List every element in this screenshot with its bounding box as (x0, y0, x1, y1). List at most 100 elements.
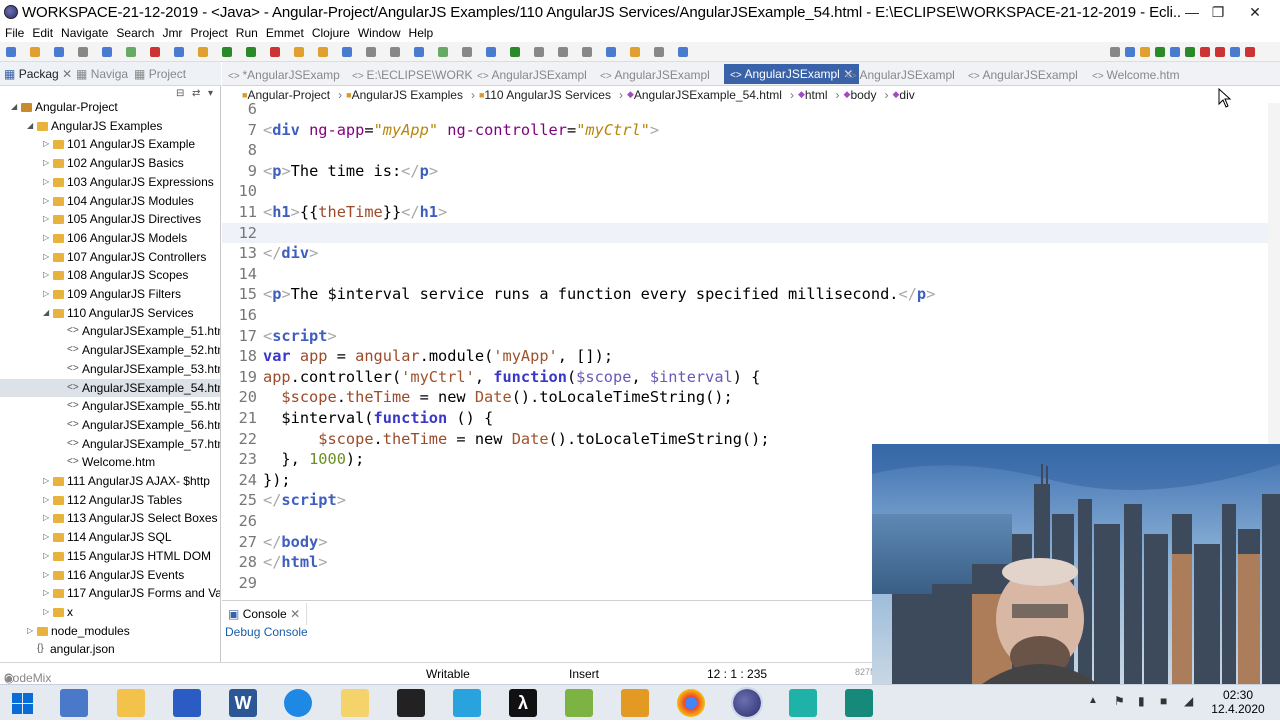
collapsed-arrow-icon[interactable]: ▷ (43, 266, 51, 284)
perspective-icon-2[interactable] (1125, 47, 1135, 57)
perspective-icon-7[interactable] (1200, 47, 1210, 57)
tree-item[interactable]: ▷ node_modules (0, 622, 220, 641)
breadcrumb-item[interactable]: div (899, 88, 914, 102)
tree-item[interactable]: ▷ 111 AngularJS AJAX- $http (0, 472, 220, 491)
collapsed-arrow-icon[interactable]: ▷ (43, 210, 51, 228)
toolbar-icon-26[interactable] (606, 47, 616, 57)
collapsed-arrow-icon[interactable]: ▷ (43, 603, 51, 621)
perspective-icon-1[interactable] (1110, 47, 1120, 57)
collapsed-arrow-icon[interactable]: ▷ (43, 192, 51, 210)
toolbar-icon-20[interactable] (462, 47, 472, 57)
code-line[interactable]: 12 (222, 222, 1268, 244)
collapsed-arrow-icon[interactable]: ▷ (43, 135, 51, 153)
menu-edit[interactable]: Edit (32, 26, 53, 40)
collapsed-arrow-icon[interactable]: ▷ (43, 509, 51, 527)
tab-navigator[interactable]: ▦ Naviga (76, 67, 128, 81)
editor-tab[interactable]: <> AngularJSExampl ✕ (724, 64, 860, 84)
perspective-icon-4[interactable] (1155, 47, 1165, 57)
code-line[interactable]: 9 <p>The time is:</p> (222, 161, 1268, 182)
collapsed-arrow-icon[interactable]: ▷ (43, 229, 51, 247)
editor-tab[interactable]: <> Welcome.htm (1092, 68, 1180, 82)
toolbar-icon-6[interactable] (126, 47, 136, 57)
menu-clojure[interactable]: Clojure (312, 26, 350, 40)
breadcrumb-item[interactable]: AngularJS Examples (352, 88, 463, 102)
file-explorer-icon[interactable] (117, 689, 145, 717)
computer-app-icon[interactable] (60, 689, 88, 717)
tree-item[interactable]: <> AngularJSExample_57.htm (0, 435, 220, 454)
toolbar-icon-3[interactable] (54, 47, 64, 57)
lambda-icon[interactable]: λ (509, 689, 537, 717)
menu-jmr[interactable]: Jmr (162, 26, 182, 40)
perspective-icon-6[interactable] (1185, 47, 1195, 57)
toolbar-icon-14[interactable] (318, 47, 328, 57)
tree-item[interactable]: ▷ 107 AngularJS Controllers (0, 248, 220, 267)
tab-console[interactable]: ▣ Console ✕ (222, 603, 308, 625)
menu-project[interactable]: Project (190, 26, 227, 40)
clock[interactable]: 02:30 12.4.2020 (1208, 688, 1268, 716)
perspective-icon-5[interactable] (1170, 47, 1180, 57)
breadcrumb-item[interactable]: body (850, 88, 876, 102)
toolbar-icon-23[interactable] (534, 47, 544, 57)
toolbar-icon-22[interactable] (510, 47, 520, 57)
code-line[interactable]: 21 $interval(function () { (222, 408, 1268, 429)
toolbar-icon-5[interactable] (102, 47, 112, 57)
tree-item[interactable]: ▷ 108 AngularJS Scopes (0, 266, 220, 285)
toolbar-icon-11[interactable] (246, 47, 256, 57)
tree-item[interactable]: {} angular.json (0, 640, 220, 659)
code-line[interactable]: 16 (222, 305, 1268, 326)
app15-icon[interactable] (845, 689, 873, 717)
breadcrumb-item[interactable]: 110 AngularJS Services (484, 88, 611, 102)
tree-item[interactable]: ▷ 114 AngularJS SQL (0, 528, 220, 547)
tree-item[interactable]: ◢ 110 AngularJS Services (0, 304, 220, 323)
windows-start-icon[interactable] (12, 693, 34, 715)
perspective-icon-8[interactable] (1215, 47, 1225, 57)
code-line[interactable]: 6 (222, 103, 1268, 120)
close-button[interactable]: ✕ (1238, 0, 1272, 24)
collapsed-arrow-icon[interactable]: ▷ (43, 491, 51, 509)
app3-icon[interactable] (173, 689, 201, 717)
toolbar-icon-10[interactable] (222, 47, 232, 57)
menu-window[interactable]: Window (358, 26, 401, 40)
code-line[interactable]: 8 (222, 140, 1268, 161)
tab-package-explorer[interactable]: ▦ Packag ✕ (4, 67, 72, 81)
breadcrumb-item[interactable]: Angular-Project (247, 88, 330, 102)
tree-item[interactable]: ▷ 112 AngularJS Tables (0, 491, 220, 510)
tray-expand-icon[interactable]: ▲ (1088, 695, 1098, 706)
toolbar-icon-21[interactable] (486, 47, 496, 57)
tree-item[interactable]: <> AngularJSExample_55.htm (0, 397, 220, 416)
tree-item[interactable]: ◢ AngularJS Examples (0, 117, 220, 136)
spreadsheet-icon[interactable] (565, 689, 593, 717)
tree-item[interactable]: ▷ 106 AngularJS Models (0, 229, 220, 248)
toolbar-icon-13[interactable] (294, 47, 304, 57)
tree-item[interactable]: <> AngularJSExample_51.htm (0, 322, 220, 341)
collapsed-arrow-icon[interactable]: ▷ (43, 173, 51, 191)
editor-tab[interactable]: <> AngularJSExampl (600, 68, 710, 82)
toolbar-icon-25[interactable] (582, 47, 592, 57)
collapsed-arrow-icon[interactable]: ▷ (43, 547, 51, 565)
collapsed-arrow-icon[interactable]: ▷ (43, 154, 51, 172)
tree-item[interactable]: ▷ x (0, 603, 220, 622)
editor-tab[interactable]: <> AngularJSExampl (477, 68, 587, 82)
collapsed-arrow-icon[interactable]: ▷ (43, 285, 51, 303)
code-line[interactable]: 10 (222, 181, 1268, 202)
azure-icon[interactable] (453, 689, 481, 717)
network-icon[interactable]: ■ (1160, 694, 1167, 708)
code-line[interactable]: 13 </div> (222, 243, 1268, 264)
code-line[interactable]: 11 <h1>{{theTime}}</h1> (222, 202, 1268, 223)
toolbar-icon-12[interactable] (270, 47, 280, 57)
flag-icon[interactable]: ⚑ (1114, 694, 1125, 708)
toolbar-icon-19[interactable] (438, 47, 448, 57)
eclipse-taskbar-icon[interactable] (731, 687, 763, 719)
toolbar-icon-4[interactable] (78, 47, 88, 57)
perspective-icon-10[interactable] (1245, 47, 1255, 57)
expanded-arrow-icon[interactable]: ◢ (27, 117, 35, 135)
code-line[interactable]: 19 app.controller('myCtrl', function($sco… (222, 367, 1268, 388)
tree-item[interactable]: ▷ 117 AngularJS Forms and Va (0, 584, 220, 603)
menu-run[interactable]: Run (236, 26, 258, 40)
expanded-arrow-icon[interactable]: ◢ (11, 98, 19, 116)
code-line[interactable]: 20 $scope.theTime = new Date().toLocaleT… (222, 387, 1268, 408)
toolbar-icon-28[interactable] (654, 47, 664, 57)
collapsed-arrow-icon[interactable]: ▷ (27, 622, 35, 640)
toolbar-icon-1[interactable] (6, 47, 16, 57)
toolbar-icon-8[interactable] (174, 47, 184, 57)
